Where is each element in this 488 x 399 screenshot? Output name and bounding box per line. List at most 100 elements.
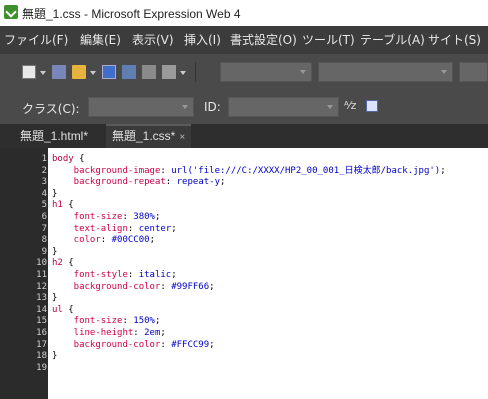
- apply-styles-icon[interactable]: [366, 100, 378, 112]
- style-combo[interactable]: [220, 62, 312, 82]
- save-all-icon[interactable]: [122, 65, 136, 79]
- menu-bar: ファイル(F) 編集(E) 表示(V) 挿入(I) 書式設定(O) ツール(T)…: [0, 26, 488, 54]
- code-token: ;: [149, 235, 155, 246]
- line-number: 12: [36, 281, 47, 292]
- document-tab-bar: 無題_1.html* 無題_1.css* ×: [0, 124, 488, 148]
- code-token: :: [160, 281, 172, 292]
- code-token: :: [100, 235, 112, 246]
- code-token: font-size: [52, 212, 123, 222]
- id-combo[interactable]: [228, 97, 339, 117]
- tab-html[interactable]: 無題_1.html*: [14, 124, 94, 148]
- menu-table[interactable]: テーブル(A): [356, 26, 429, 54]
- code-token: :: [160, 165, 172, 176]
- code-token: ;: [209, 281, 215, 292]
- code-token: background-repeat: [52, 177, 166, 188]
- open-folder-icon[interactable]: [72, 65, 86, 79]
- preview-icon[interactable]: [142, 65, 156, 79]
- line-number: 2: [41, 165, 47, 176]
- code-token: }: [52, 351, 58, 362]
- menu-format[interactable]: 書式設定(O): [226, 26, 301, 54]
- code-editor[interactable]: 1 body { 2 background-image: url('file:///…: [0, 148, 488, 399]
- code-text: line-height: 2em;: [52, 328, 166, 339]
- code-token: ;: [154, 316, 161, 327]
- code-token: {: [73, 154, 85, 164]
- line-number: 18: [36, 351, 47, 362]
- line-number: 5: [41, 200, 47, 211]
- code-token: {: [62, 258, 74, 269]
- code-token: #00CC00: [111, 235, 150, 246]
- line-number: 11: [36, 270, 47, 280]
- line-number: 16: [36, 328, 47, 338]
- code-token: 150%: [133, 316, 155, 327]
- new-page-icon[interactable]: [22, 65, 36, 79]
- chevron-down-icon: [182, 105, 188, 109]
- class-label: クラス(C):: [22, 102, 80, 116]
- code-text: body {: [52, 154, 85, 165]
- code-token: ;: [154, 212, 161, 222]
- menu-site[interactable]: サイト(S): [424, 26, 485, 54]
- menu-view[interactable]: 表示(V): [128, 26, 178, 54]
- font-size-combo[interactable]: [459, 62, 488, 82]
- code-text: font-size: 380%;: [52, 212, 161, 223]
- code-token: background-color: [52, 281, 161, 292]
- code-token: font-style: [52, 270, 128, 280]
- code-text: background-image: url('file:///C:/XXXX/H…: [52, 166, 446, 177]
- code-text: h1 {: [52, 200, 74, 211]
- line-number: 10: [36, 258, 47, 269]
- publish-icon[interactable]: [162, 65, 176, 79]
- code-token: :: [133, 328, 145, 338]
- code-token: {: [62, 200, 74, 211]
- code-text: }: [52, 293, 57, 304]
- code-token: :: [127, 270, 139, 280]
- code-text: }: [52, 189, 57, 200]
- menu-insert[interactable]: 挿入(I): [180, 26, 225, 54]
- window-title: 無題_1.css - Microsoft Expression Web 4: [22, 7, 241, 21]
- preview-dropdown-arrow-icon[interactable]: [180, 71, 186, 75]
- code-token: {: [62, 304, 74, 315]
- sort-az-icon[interactable]: ᴬ⁄z: [344, 99, 356, 112]
- code-text: background-color: #99FF66;: [52, 282, 215, 293]
- code-token: h1: [52, 200, 63, 211]
- tab-css[interactable]: 無題_1.css* ×: [106, 124, 192, 148]
- code-token: ;: [220, 177, 226, 188]
- chevron-down-icon: [327, 105, 333, 109]
- line-number: 1: [41, 154, 47, 164]
- line-number: 19: [36, 362, 47, 373]
- code-token: background-color: [52, 339, 161, 350]
- code-text: background-color: #FFCC99;: [52, 340, 215, 351]
- code-token: italic: [138, 270, 172, 280]
- close-icon[interactable]: ×: [179, 132, 185, 143]
- code-token: color: [52, 235, 101, 246]
- font-family-combo[interactable]: [318, 62, 453, 82]
- line-number: 17: [36, 339, 47, 350]
- open-dropdown-arrow-icon[interactable]: [90, 71, 96, 75]
- line-number: 13: [36, 293, 47, 304]
- new-dropdown-arrow-icon[interactable]: [40, 71, 46, 75]
- code-text: }: [52, 247, 57, 258]
- code-token: }: [52, 293, 58, 304]
- save-icon[interactable]: [102, 65, 116, 79]
- code-text: h2 {: [52, 258, 74, 269]
- code-token: ;: [171, 223, 177, 234]
- line-number: 15: [36, 316, 47, 327]
- class-combo[interactable]: [88, 97, 194, 117]
- open-site-icon[interactable]: [52, 65, 66, 79]
- code-token: text-align: [52, 223, 128, 234]
- code-token: ;: [440, 165, 446, 176]
- line-number: 6: [41, 212, 47, 222]
- code-text: font-size: 150%;: [52, 316, 161, 327]
- menu-edit[interactable]: 編集(E): [76, 26, 125, 54]
- code-token: ul: [52, 304, 63, 315]
- standard-toolbar: [0, 54, 488, 91]
- code-text: color: #00CC00;: [52, 235, 155, 246]
- code-text: font-style: italic;: [52, 270, 177, 281]
- class-id-toolbar: クラス(C): ID: ᴬ⁄z: [0, 90, 488, 125]
- menu-tools[interactable]: ツール(T): [298, 26, 359, 54]
- toolbar-separator: [195, 62, 196, 82]
- code-token: h2: [52, 258, 63, 269]
- menu-file[interactable]: ファイル(F): [0, 26, 72, 54]
- chevron-down-icon: [441, 70, 447, 74]
- code-token: url('file:///C:/XXXX/HP2_00_001_日検太郎/bac…: [171, 165, 441, 176]
- code-token: repeat-y: [176, 177, 220, 188]
- code-token: }: [52, 246, 58, 257]
